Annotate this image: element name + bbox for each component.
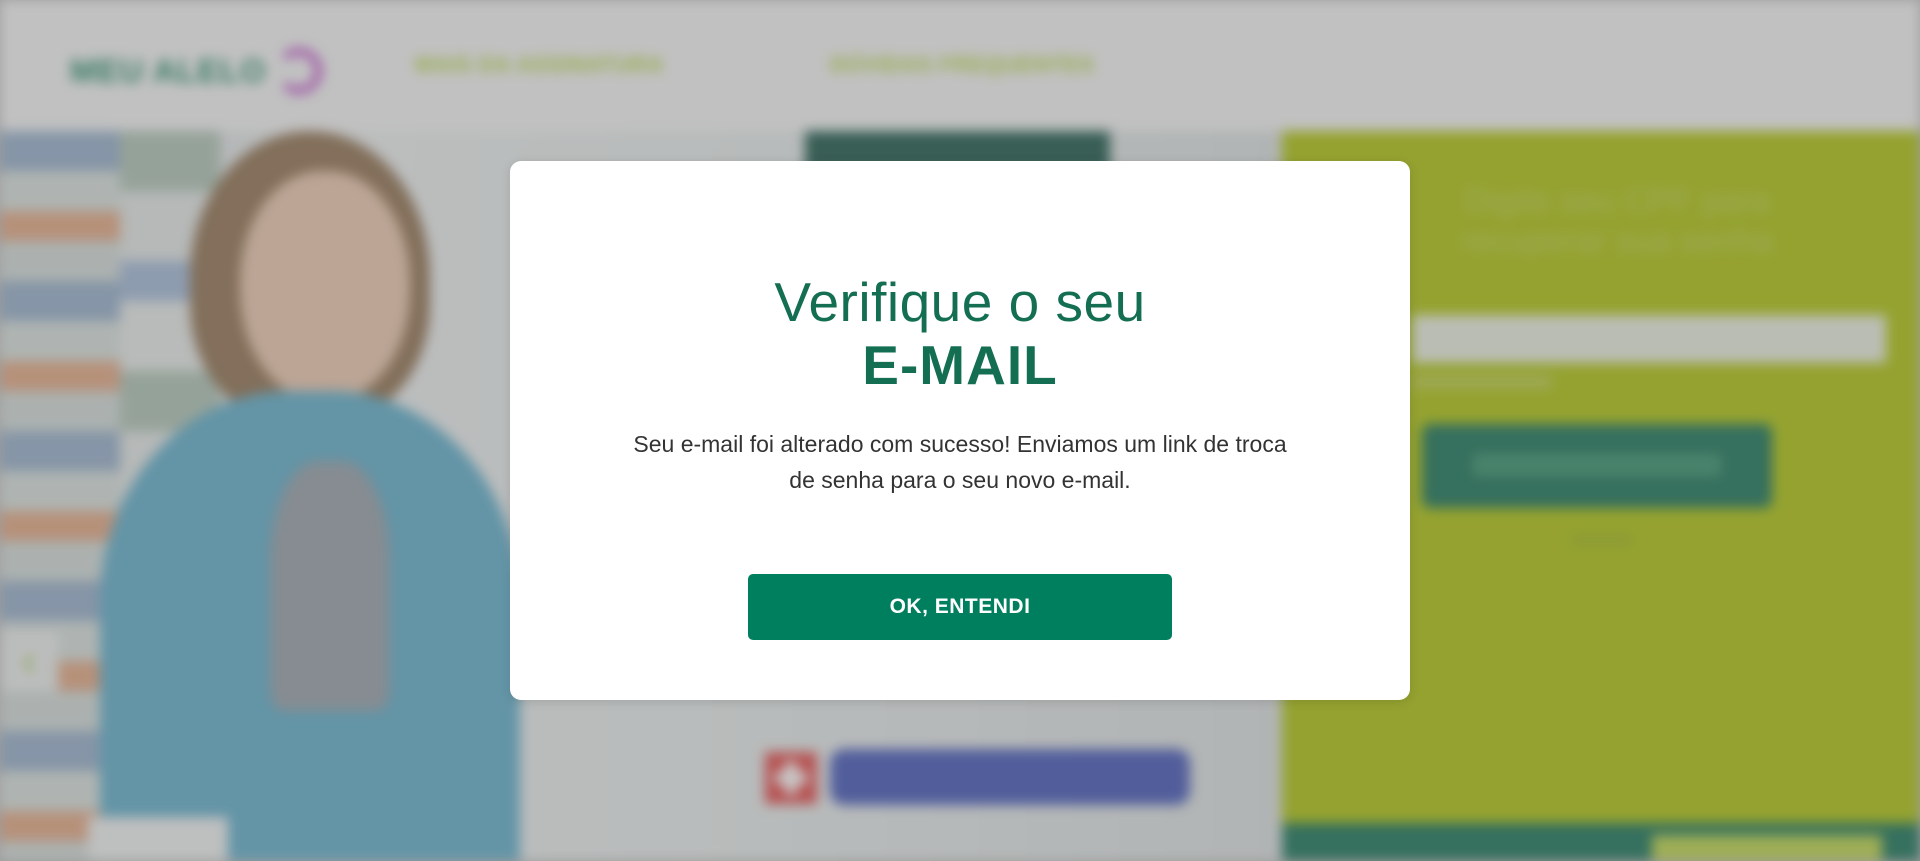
modal-title-line2: E-MAIL [862, 334, 1058, 396]
email-verification-modal: Verifique o seu E-MAIL Seu e-mail foi al… [510, 161, 1410, 700]
modal-title-line1: Verifique o seu [774, 271, 1146, 333]
ok-entendi-button[interactable]: OK, ENTENDI [748, 574, 1172, 640]
modal-message: Seu e-mail foi alterado com sucesso! Env… [633, 431, 1287, 493]
